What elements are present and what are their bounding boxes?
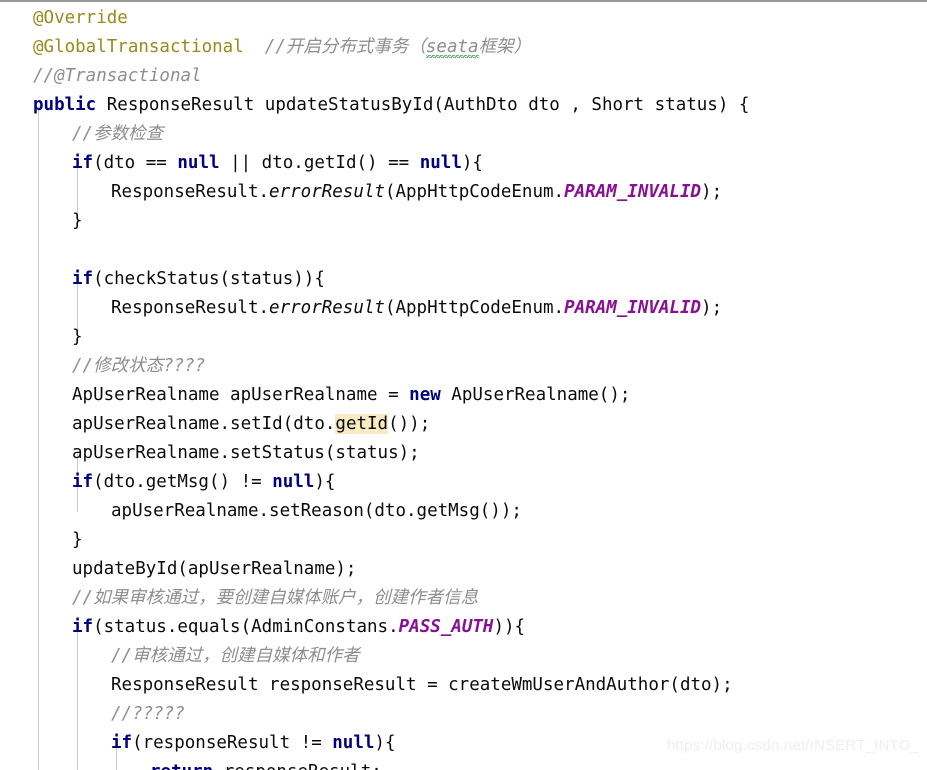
code-token: //@Transactional xyxy=(33,66,202,86)
code-token: null xyxy=(272,472,315,492)
code-line[interactable]: apUserRealname.setId(dto.getId()); xyxy=(0,410,749,439)
code-token: } xyxy=(72,327,83,347)
code-token: updateById(apUserRealname); xyxy=(72,559,357,579)
code-token: ResponseResult updateStatusById(AuthDto … xyxy=(96,95,750,115)
code-token: null xyxy=(332,733,375,753)
code-token: //开启分布式事务（ xyxy=(264,37,426,57)
code-line[interactable]: public ResponseResult updateStatusById(A… xyxy=(0,91,749,120)
code-token: ){ xyxy=(374,733,396,753)
code-line[interactable]: } xyxy=(0,323,749,352)
code-line[interactable]: @Override xyxy=(0,4,749,33)
code-token: (AppHttpCodeEnum. xyxy=(384,298,565,318)
code-token: ); xyxy=(701,298,723,318)
code-token: (checkStatus(status)){ xyxy=(93,269,325,289)
code-line[interactable]: //参数检查 xyxy=(0,120,749,149)
code-token: PARAM_INVALID xyxy=(564,298,702,318)
code-token: null xyxy=(177,153,220,173)
code-line[interactable] xyxy=(0,236,749,265)
code-line[interactable]: //????? xyxy=(0,700,749,729)
code-token: return xyxy=(150,762,213,770)
code-token: new xyxy=(409,385,441,405)
code-token: errorResult xyxy=(269,298,385,318)
code-line[interactable]: @GlobalTransactional //开启分布式事务（seata框架） xyxy=(0,33,749,62)
code-line[interactable]: updateById(apUserRealname); xyxy=(0,555,749,584)
code-token: //如果审核通过，要创建自媒体账户，创建作者信息 xyxy=(72,588,479,608)
code-token: //参数检查 xyxy=(72,124,164,144)
code-token: if xyxy=(72,153,94,173)
code-line[interactable]: //修改状态???? xyxy=(0,352,749,381)
code-line[interactable]: //审核通过，创建自媒体和作者 xyxy=(0,642,749,671)
code-line[interactable]: ResponseResult.errorResult(AppHttpCodeEn… xyxy=(0,294,749,323)
code-token: (responseResult != xyxy=(132,733,333,753)
code-token: if xyxy=(111,733,133,753)
code-token: errorResult xyxy=(269,182,385,202)
code-line[interactable]: //@Transactional xyxy=(0,62,749,91)
code-line[interactable]: apUserRealname.setStatus(status); xyxy=(0,439,749,468)
code-token: ); xyxy=(701,182,723,202)
code-token: seata xyxy=(425,37,479,58)
code-line[interactable]: return responseResult; xyxy=(0,758,749,770)
code-token: responseResult; xyxy=(213,762,382,770)
code-line[interactable]: if(dto.getMsg() != null){ xyxy=(0,468,749,497)
code-token: if xyxy=(72,617,94,637)
code-token: ApUserRealname(); xyxy=(440,385,631,405)
code-content[interactable]: @Override @GlobalTransactional //开启分布式事务（… xyxy=(0,2,749,770)
code-token: ApUserRealname apUserRealname = xyxy=(72,385,410,405)
code-token: if xyxy=(72,472,94,492)
code-token: 框架） xyxy=(478,37,532,57)
code-line[interactable]: if(checkStatus(status)){ xyxy=(0,265,749,294)
code-token: PASS_AUTH xyxy=(398,617,494,637)
code-token: || dto.getId() == xyxy=(219,153,420,173)
code-token: ){ xyxy=(461,153,483,173)
code-token: ()); xyxy=(388,414,431,434)
code-line[interactable]: if(responseResult != null){ xyxy=(0,729,749,758)
code-token: @Override xyxy=(33,8,128,28)
code-token: (dto == xyxy=(93,153,178,173)
code-token: ){ xyxy=(314,472,336,492)
code-token: (AppHttpCodeEnum. xyxy=(384,182,565,202)
code-line[interactable]: ResponseResult responseResult = createWm… xyxy=(0,671,749,700)
code-token: public xyxy=(33,95,97,115)
code-token: apUserRealname.setReason(dto.getMsg()); xyxy=(111,501,522,521)
search-highlight-token: getId xyxy=(335,414,389,434)
code-token: ResponseResult. xyxy=(111,182,270,202)
code-line[interactable]: //如果审核通过，要创建自媒体账户，创建作者信息 xyxy=(0,584,749,613)
code-line[interactable]: if(status.equals(AdminConstans.PASS_AUTH… xyxy=(0,613,749,642)
code-token: } xyxy=(72,530,83,550)
code-token: apUserRealname.setId(dto. xyxy=(72,414,336,434)
code-token: (dto.getMsg() != xyxy=(93,472,273,492)
code-token: //审核通过，创建自媒体和作者 xyxy=(111,646,360,666)
code-token: } xyxy=(72,211,83,231)
code-line[interactable]: if(dto == null || dto.getId() == null){ xyxy=(0,149,749,178)
code-token: (status.equals(AdminConstans. xyxy=(93,617,399,637)
code-token: PARAM_INVALID xyxy=(564,182,702,202)
code-line[interactable]: } xyxy=(0,207,749,236)
code-line[interactable]: ResponseResult.errorResult(AppHttpCodeEn… xyxy=(0,178,749,207)
code-token: //修改状态???? xyxy=(72,356,206,376)
code-editor-pane[interactable]: @Override @GlobalTransactional //开启分布式事务（… xyxy=(0,0,927,770)
code-token: ResponseResult. xyxy=(111,298,270,318)
code-token: @GlobalTransactional xyxy=(33,37,244,57)
code-token: //????? xyxy=(111,704,185,724)
code-token: ResponseResult responseResult = createWm… xyxy=(111,675,733,695)
code-token: apUserRealname.setStatus(status); xyxy=(72,443,420,463)
code-line[interactable]: apUserRealname.setReason(dto.getMsg()); xyxy=(0,497,749,526)
code-line[interactable]: } xyxy=(0,526,749,555)
code-token: )){ xyxy=(493,617,526,637)
code-line[interactable]: ApUserRealname apUserRealname = new ApUs… xyxy=(0,381,749,410)
code-token: null xyxy=(419,153,462,173)
code-token: if xyxy=(72,269,94,289)
